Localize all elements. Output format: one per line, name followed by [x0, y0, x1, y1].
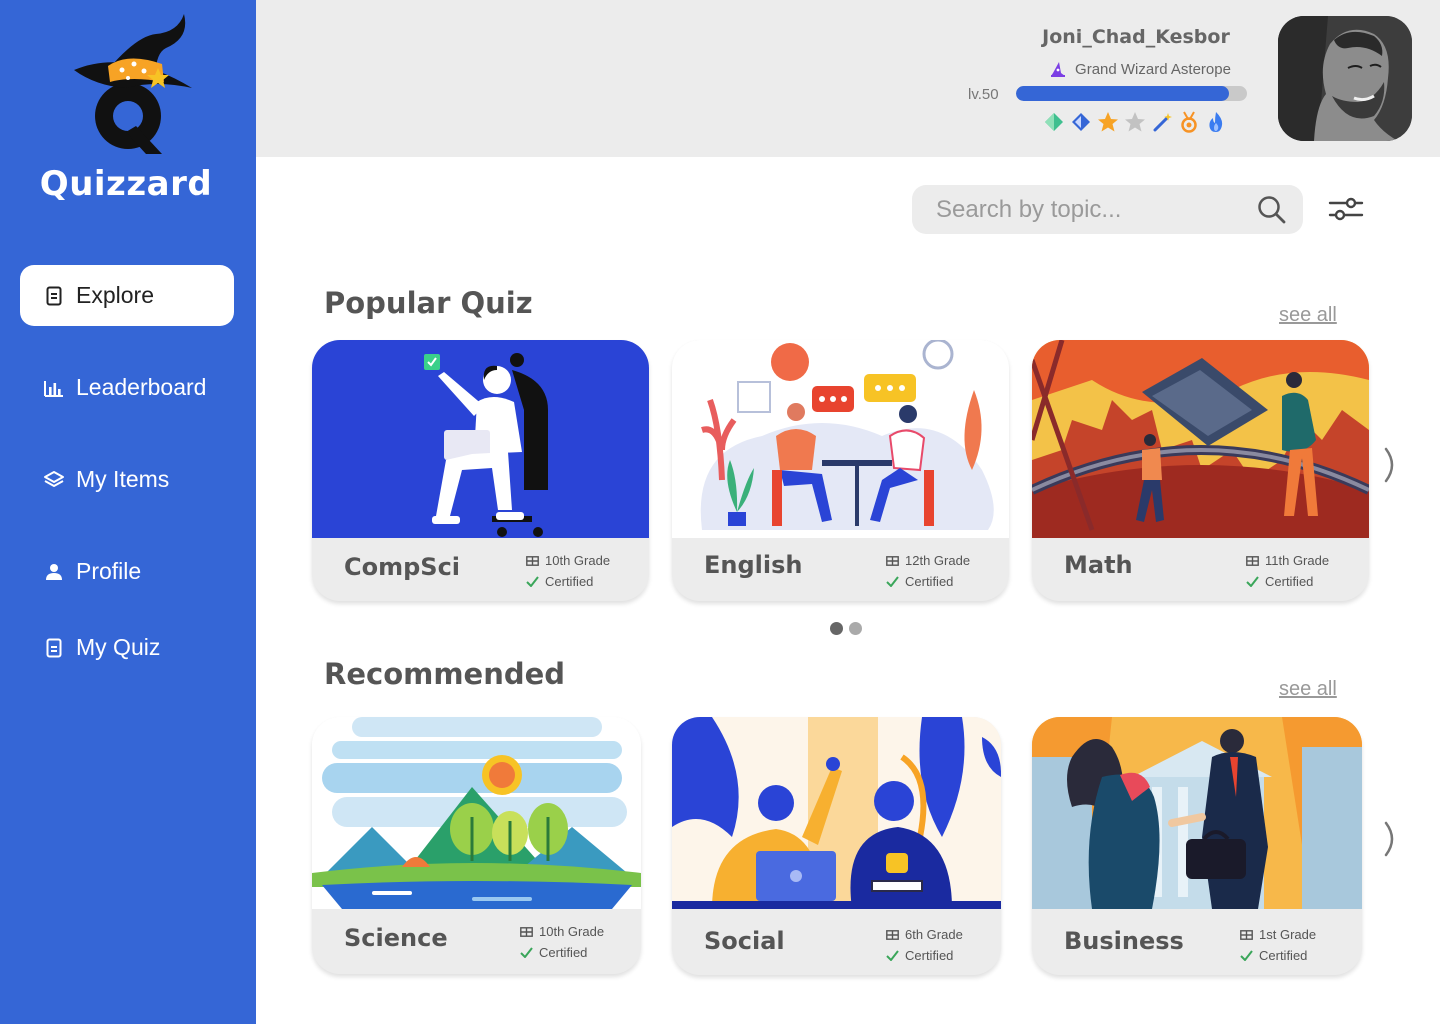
popular-see-all-link[interactable]: see all — [1279, 304, 1337, 327]
flame-icon[interactable] — [1204, 110, 1227, 134]
sidebar-item-label: Leaderboard — [76, 374, 207, 400]
grade-table-icon — [1240, 929, 1254, 940]
document-icon — [42, 636, 66, 660]
magic-wand-icon[interactable] — [1150, 110, 1173, 134]
avatar[interactable] — [1278, 16, 1412, 141]
card-meta: 11th Grade Certified — [1246, 550, 1329, 592]
grade-label: 10th Grade — [545, 553, 611, 568]
person-icon — [42, 560, 66, 584]
sidebar-item-label: Profile — [76, 558, 142, 584]
checkmark-icon — [1246, 576, 1260, 587]
grade-label: 1st Grade — [1259, 927, 1317, 942]
brand-name: Quizzard — [39, 164, 213, 204]
grade-table-icon — [1246, 555, 1260, 566]
xp-progress-fill — [1016, 86, 1229, 101]
search-input[interactable] — [912, 185, 1232, 234]
card-meta: 1st Grade Certified — [1240, 924, 1316, 966]
card-title: Science — [344, 924, 448, 952]
badge-list — [1042, 110, 1227, 134]
status-label: Certified — [1265, 574, 1314, 589]
grade-table-icon — [886, 929, 900, 940]
sidebar-item-my-items[interactable]: My Items — [20, 449, 234, 510]
sidebar-item-label: Explore — [76, 282, 154, 308]
checkmark-icon — [1240, 950, 1254, 961]
card-title: Math — [1064, 551, 1133, 579]
grade-table-icon — [886, 555, 900, 566]
recommended-title: Recommended — [324, 657, 566, 691]
social-illustration — [672, 717, 1001, 909]
sidebar-item-label: My Quiz — [76, 634, 161, 660]
quiz-card-compsci[interactable]: CompSci 10th Grade Certified — [312, 340, 649, 601]
sidebar-item-leaderboard[interactable]: Leaderboard — [20, 357, 234, 418]
carousel-pagination — [830, 622, 862, 635]
blue-gem-icon[interactable] — [1069, 110, 1092, 134]
level-label: lv.50 — [968, 86, 999, 103]
user-rank: Grand Wizard Asterope — [1040, 60, 1240, 78]
username[interactable]: Joni_Chad_Kesbor — [1000, 26, 1272, 48]
grade-label: 12th Grade — [905, 553, 971, 568]
card-meta: 6th Grade Certified — [886, 924, 963, 966]
quiz-card-science[interactable]: Science 10th Grade Certified — [312, 717, 641, 974]
card-meta: 12th Grade Certified — [886, 550, 970, 592]
popular-next-arrow-icon[interactable] — [1378, 445, 1404, 485]
recommended-next-arrow-icon[interactable] — [1378, 819, 1404, 859]
quiz-card-business[interactable]: Business 1st Grade Certified — [1032, 717, 1362, 975]
card-meta: 10th Grade Certified — [526, 550, 610, 592]
medal-icon[interactable] — [1177, 110, 1200, 134]
checkmark-icon — [886, 576, 900, 587]
sidebar: Quizzard Explore Leaderboard My Items Pr… — [0, 0, 256, 1024]
checkmark-icon — [520, 947, 534, 958]
card-title: Social — [704, 927, 785, 955]
recommended-see-all-link[interactable]: see all — [1279, 678, 1337, 701]
status-label: Certified — [905, 948, 954, 963]
compsci-illustration — [312, 340, 649, 538]
top-bar — [256, 0, 1440, 157]
xp-progress-bar — [1016, 86, 1247, 101]
search-bar — [912, 185, 1303, 234]
english-illustration — [672, 340, 1009, 538]
status-label: Certified — [905, 574, 954, 589]
layers-icon — [42, 468, 66, 492]
sidebar-item-explore[interactable]: Explore — [20, 265, 234, 326]
search-icon[interactable] — [1257, 195, 1287, 229]
grade-table-icon — [526, 555, 540, 566]
pagination-dot-active[interactable] — [830, 622, 843, 635]
sidebar-item-my-quiz[interactable]: My Quiz — [20, 617, 234, 678]
checkmark-icon — [526, 576, 540, 587]
document-icon — [42, 284, 66, 308]
wizard-hat-icon — [1051, 62, 1066, 77]
grade-table-icon — [520, 926, 534, 937]
rank-label: Grand Wizard Asterope — [1075, 60, 1231, 78]
status-label: Certified — [545, 574, 594, 589]
grade-label: 10th Grade — [539, 924, 605, 939]
business-illustration — [1032, 717, 1362, 909]
grade-label: 6th Grade — [905, 927, 963, 942]
card-title: CompSci — [344, 553, 461, 581]
popular-quiz-title: Popular Quiz — [324, 286, 533, 320]
quiz-card-english[interactable]: English 12th Grade Certified — [672, 340, 1009, 601]
grade-label: 11th Grade — [1265, 553, 1330, 568]
filter-sliders-icon[interactable] — [1326, 194, 1366, 224]
quizzard-logo[interactable] — [66, 8, 196, 158]
status-label: Certified — [539, 945, 588, 960]
bar-chart-icon — [42, 376, 66, 400]
checkmark-icon — [886, 950, 900, 961]
quiz-card-math[interactable]: Math 11th Grade Certified — [1032, 340, 1369, 601]
card-meta: 10th Grade Certified — [520, 921, 604, 963]
emerald-gem-icon[interactable] — [1042, 110, 1065, 134]
science-illustration — [312, 717, 641, 909]
quiz-card-social[interactable]: Social 6th Grade Certified — [672, 717, 1001, 975]
sidebar-item-label: My Items — [76, 466, 170, 492]
pagination-dot[interactable] — [849, 622, 862, 635]
status-label: Certified — [1259, 948, 1308, 963]
math-illustration — [1032, 340, 1369, 538]
card-title: English — [704, 551, 803, 579]
gold-star-icon[interactable] — [1096, 110, 1119, 134]
gray-star-icon[interactable] — [1123, 110, 1146, 134]
sidebar-item-profile[interactable]: Profile — [20, 541, 234, 602]
card-title: Business — [1064, 927, 1184, 955]
